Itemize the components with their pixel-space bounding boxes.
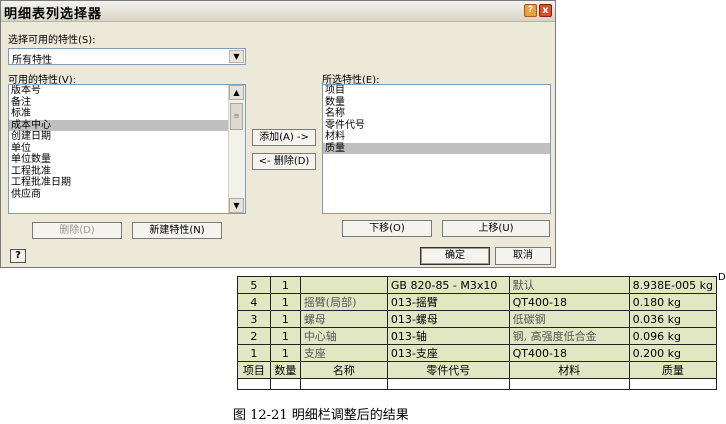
remove-button[interactable]: <- 删除(D) <box>252 153 316 170</box>
column-header: 项目 <box>237 361 271 379</box>
available-property-item[interactable]: 工程批准 <box>9 166 245 178</box>
table-header-row: 项目 数量 名称 零件代号 材料 质量 <box>237 361 718 379</box>
table-row: 4 1 摇臂(局部) 013-摇臂 QT400-18 0.180 kg <box>237 293 718 311</box>
scroll-thumb[interactable]: ≡ <box>230 103 243 130</box>
table-cell: 4 <box>237 293 271 311</box>
table-cell: QT400-18 <box>508 293 630 311</box>
available-property-item[interactable]: 备注 <box>9 97 245 109</box>
new-property-button[interactable]: 新建特性(N) <box>132 222 222 239</box>
title-block-cell <box>299 378 388 390</box>
table-cell: 013-螺母 <box>386 310 510 328</box>
available-property-item[interactable]: 工程批准日期 <box>9 177 245 189</box>
table-cell: QT400-18 <box>508 344 630 362</box>
column-header: 材料 <box>508 361 630 379</box>
table-cell: 1 <box>237 344 271 362</box>
chevron-down-icon[interactable]: ▼ <box>229 50 244 63</box>
selected-property-item[interactable]: 零件代号 <box>323 120 550 132</box>
table-cell: 默认 <box>508 276 630 294</box>
column-header: 数量 <box>269 361 301 379</box>
table-cell: 1 <box>269 327 301 345</box>
table-cell: 2 <box>237 327 271 345</box>
selected-property-item[interactable]: 材料 <box>323 131 550 143</box>
dialog-title: 明细表列选择器 <box>4 7 103 22</box>
selected-property-item[interactable]: 项目 <box>323 85 550 97</box>
available-property-item[interactable]: 单位数量 <box>9 154 245 166</box>
table-cell: 0.096 kg <box>628 327 718 345</box>
column-header: 名称 <box>299 361 388 379</box>
figure-caption: 图 12-21 明细栏调整后的结果 <box>233 408 409 423</box>
table-cell: 中心轴 <box>299 327 388 345</box>
title-block-cell <box>508 378 630 390</box>
table-row: 1 1 支座 013-支座 QT400-18 0.200 kg <box>237 344 718 362</box>
title-block-row <box>237 378 718 390</box>
property-filter-value: 所有特性 <box>12 55 52 66</box>
table-cell: 支座 <box>299 344 388 362</box>
available-property-item[interactable]: 成本中心 <box>9 119 245 131</box>
add-button[interactable]: 添加(A) -> <box>252 129 316 146</box>
available-property-item[interactable]: 单位 <box>9 143 245 155</box>
ok-button[interactable]: 确定 <box>420 247 490 265</box>
available-property-item[interactable]: 版本号 <box>9 85 245 97</box>
table-row: 2 1 中心轴 013-轴 钢, 高强度低合金 0.096 kg <box>237 327 718 345</box>
selected-properties-list[interactable]: 项目 数量 名称 零件代号 材料 质量 <box>322 84 551 214</box>
close-button[interactable]: x <box>539 4 552 17</box>
available-properties-list[interactable]: 版本号 备注 标准 成本中心 创建日期 单位 单位数量 工程批准 工程批准日期 供应商 ▲ ≡ ▼ <box>8 84 246 214</box>
table-cell: 钢, 高强度低合金 <box>508 327 630 345</box>
titlebar-help-button[interactable]: ? <box>524 4 537 17</box>
title-bar: 明细表列选择器 ? x <box>1 1 555 22</box>
selected-property-item[interactable]: 质量 <box>323 142 550 154</box>
table-cell: 低碳钢 <box>508 310 630 328</box>
column-header: 质量 <box>628 361 718 379</box>
table-cell: GB 820-85 - M3x10 <box>386 276 510 294</box>
table-row: 3 1 螺母 013-螺母 低碳钢 0.036 kg <box>237 310 718 328</box>
table-cell: 013-轴 <box>386 327 510 345</box>
table-cell: 013-支座 <box>386 344 510 362</box>
title-block-cell <box>237 378 271 390</box>
parts-list-column-chooser-dialog: 明细表列选择器 ? x 选择可用的特性(S): 所有特性 ▼ 可用的特性(V):… <box>0 0 556 268</box>
table-cell: 8.938E-005 kg <box>628 276 718 294</box>
table-cell: 013-摇臂 <box>386 293 510 311</box>
scroll-down-icon[interactable]: ▼ <box>229 198 244 213</box>
title-block-cell <box>628 378 718 390</box>
table-cell: 0.180 kg <box>628 293 718 311</box>
table-row: 5 1 GB 820-85 - M3x10 默认 8.938E-005 kg <box>237 276 718 294</box>
table-cell: 1 <box>269 344 301 362</box>
delete-button[interactable]: 删除(D) <box>32 222 122 239</box>
selected-property-item[interactable]: 名称 <box>323 108 550 120</box>
table-cell: 螺母 <box>299 310 388 328</box>
column-header: 零件代号 <box>386 361 510 379</box>
table-cell: 1 <box>269 293 301 311</box>
available-property-item[interactable]: 供应商 <box>9 189 245 201</box>
available-property-item[interactable]: 创建日期 <box>9 131 245 143</box>
border-zone-label: D <box>718 272 726 283</box>
move-up-button[interactable]: 上移(U) <box>442 220 550 237</box>
table-cell: 0.036 kg <box>628 310 718 328</box>
table-cell: 3 <box>237 310 271 328</box>
table-cell: 摇臂(局部) <box>299 293 388 311</box>
table-cell: 1 <box>269 276 301 294</box>
table-cell: 5 <box>237 276 271 294</box>
title-block-cell <box>269 378 301 390</box>
cancel-button[interactable]: 取消 <box>495 247 551 265</box>
help-icon[interactable]: ? <box>10 249 26 263</box>
property-filter-select[interactable]: 所有特性 ▼ <box>8 48 246 66</box>
move-down-button[interactable]: 下移(O) <box>342 220 432 237</box>
selected-property-item[interactable]: 数量 <box>323 97 550 109</box>
table-cell <box>299 276 388 294</box>
table-cell: 1 <box>269 310 301 328</box>
parts-list-table: 5 1 GB 820-85 - M3x10 默认 8.938E-005 kg 4 1 摇臂(局… <box>237 276 718 390</box>
title-block-cell <box>386 378 510 390</box>
select-properties-label: 选择可用的特性(S): <box>8 35 96 46</box>
available-property-item[interactable]: 标准 <box>9 108 245 120</box>
vertical-scrollbar[interactable]: ▲ ≡ ▼ <box>228 85 245 213</box>
table-cell: 0.200 kg <box>628 344 718 362</box>
scroll-up-icon[interactable]: ▲ <box>229 85 244 100</box>
